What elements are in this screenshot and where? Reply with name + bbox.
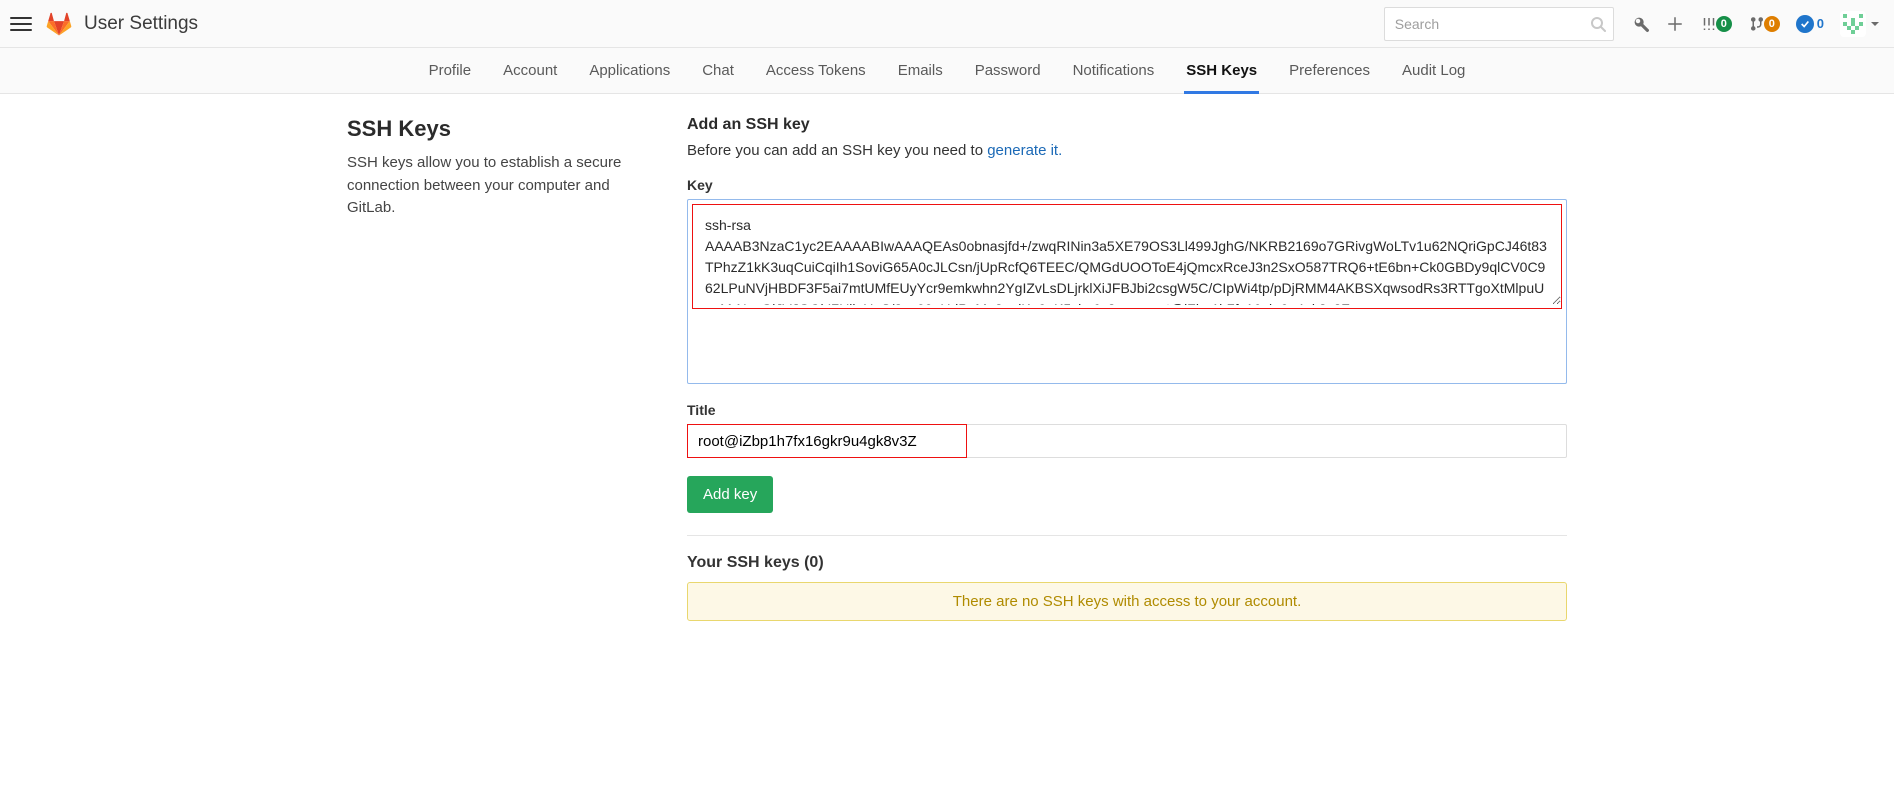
side-title: SSH Keys — [347, 116, 647, 142]
caret-down-icon — [1870, 19, 1880, 29]
avatar-icon — [1840, 11, 1866, 37]
tab-password[interactable]: Password — [973, 48, 1043, 94]
key-field-wrap — [687, 199, 1567, 384]
form-heading: Add an SSH key — [687, 116, 1567, 134]
topbar-icons: 0 0 0 — [1632, 11, 1880, 37]
new-plus-icon[interactable] — [1666, 15, 1684, 33]
generate-link[interactable]: generate it. — [987, 142, 1062, 159]
tab-notifications[interactable]: Notifications — [1071, 48, 1157, 94]
search-icon — [1590, 16, 1606, 32]
mr-badge: 0 — [1764, 16, 1780, 32]
search-box — [1384, 7, 1614, 41]
topbar: User Settings 0 0 0 — [0, 0, 1894, 48]
key-textarea[interactable] — [693, 205, 1561, 305]
key-label: Key — [687, 177, 1567, 193]
user-menu[interactable] — [1840, 11, 1880, 37]
form-hint: Before you can add an SSH key you need t… — [687, 142, 1567, 159]
gitlab-logo[interactable] — [46, 11, 72, 37]
side-panel: SSH Keys SSH keys allow you to establish… — [347, 116, 647, 621]
todos-check-icon — [1796, 15, 1814, 33]
tab-chat[interactable]: Chat — [700, 48, 736, 94]
empty-keys-banner: There are no SSH keys with access to you… — [687, 582, 1567, 621]
title-label: Title — [687, 402, 1567, 418]
search-input[interactable] — [1384, 7, 1614, 41]
side-desc: SSH keys allow you to establish a secure… — [347, 152, 647, 220]
separator — [687, 535, 1567, 536]
issues-badge: 0 — [1716, 16, 1732, 32]
settings-tabs: Profile Account Applications Chat Access Tok… — [0, 48, 1894, 94]
tab-account[interactable]: Account — [501, 48, 559, 94]
tab-applications[interactable]: Applications — [587, 48, 672, 94]
tab-profile[interactable]: Profile — [427, 48, 474, 94]
tab-preferences[interactable]: Preferences — [1287, 48, 1372, 94]
add-key-button[interactable]: Add key — [687, 476, 773, 513]
content: Add an SSH key Before you can add an SSH… — [687, 116, 1567, 621]
hamburger-icon[interactable] — [10, 13, 32, 35]
issues-shortcut[interactable]: 0 — [1700, 15, 1732, 33]
tab-ssh-keys[interactable]: SSH Keys — [1184, 48, 1259, 94]
todos-shortcut[interactable]: 0 — [1796, 15, 1824, 33]
tab-audit-log[interactable]: Audit Log — [1400, 48, 1467, 94]
merge-requests-shortcut[interactable]: 0 — [1748, 15, 1780, 33]
keys-heading: Your SSH keys (0) — [687, 554, 1567, 572]
admin-wrench-icon[interactable] — [1632, 15, 1650, 33]
tab-emails[interactable]: Emails — [896, 48, 945, 94]
page-title: User Settings — [84, 13, 198, 35]
main: SSH Keys SSH keys allow you to establish… — [207, 94, 1687, 661]
tab-access-tokens[interactable]: Access Tokens — [764, 48, 868, 94]
todos-count: 0 — [1817, 16, 1824, 31]
title-input[interactable] — [687, 424, 1567, 458]
